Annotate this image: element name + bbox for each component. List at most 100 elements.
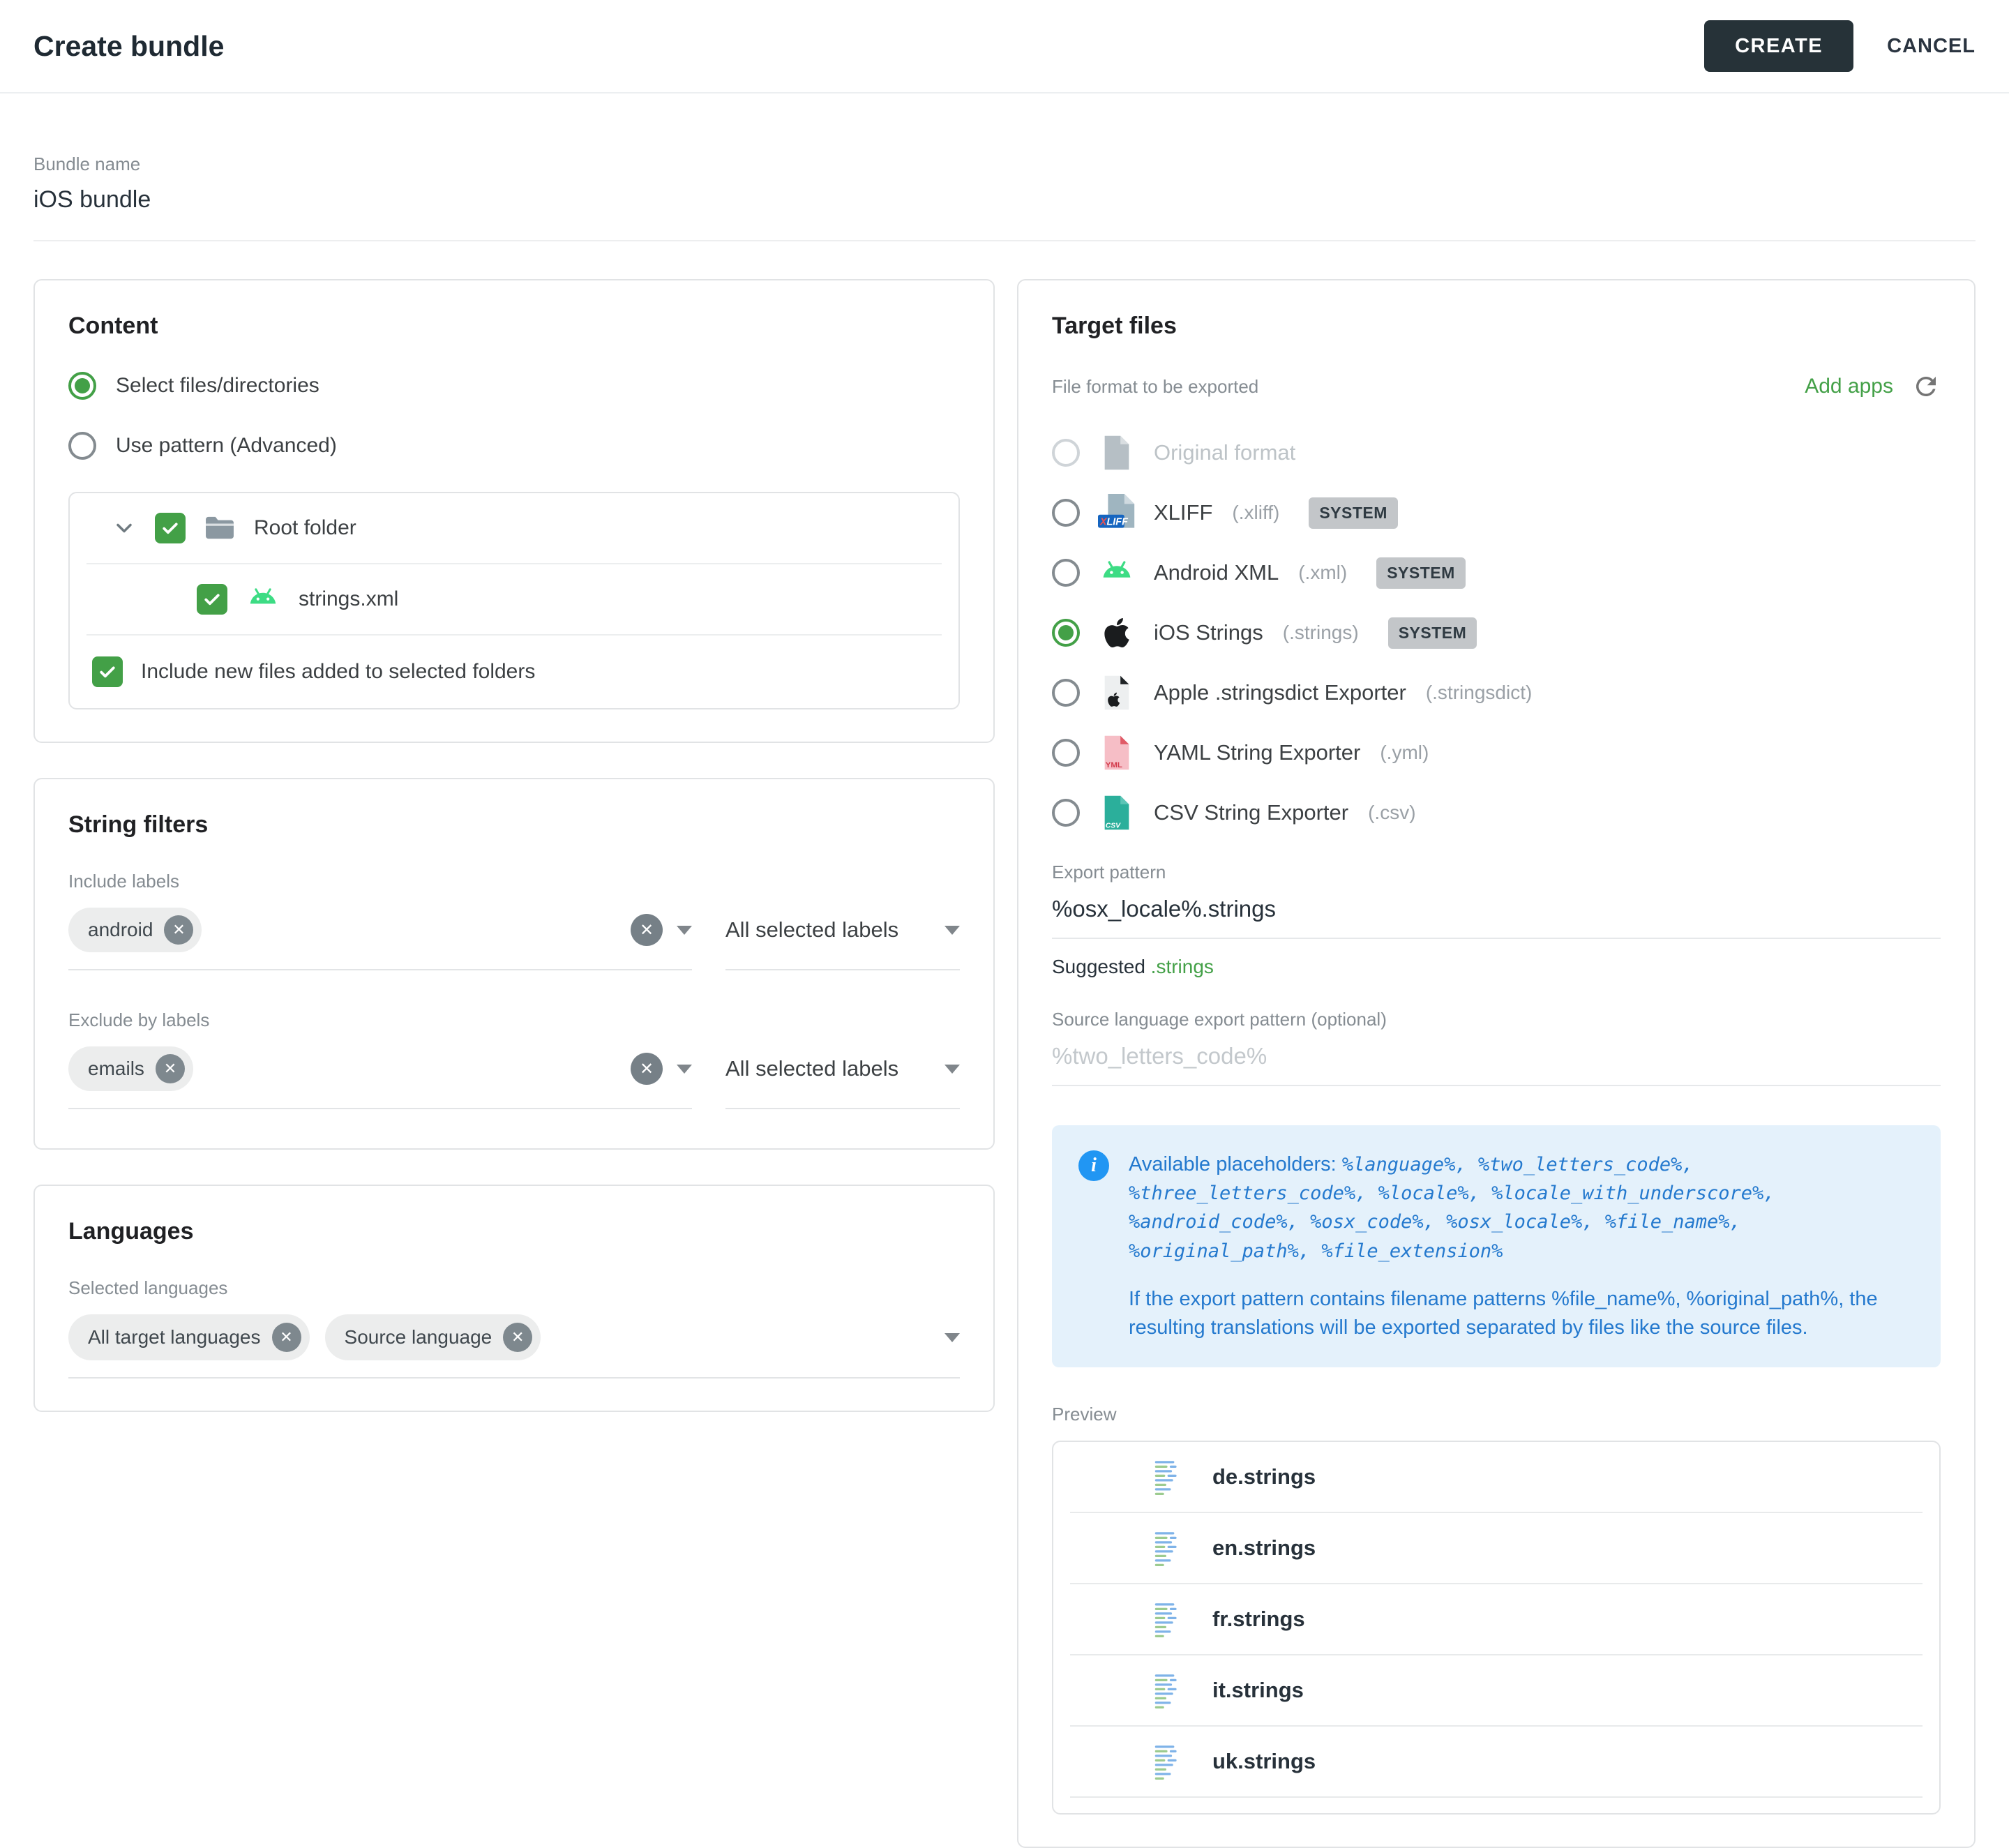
format-option[interactable]: Apple .stringsdict Exporter (.stringsdic… <box>1052 675 1941 711</box>
preview-file-row: en.strings <box>1070 1513 1923 1584</box>
format-extension: (.csv) <box>1368 802 1415 824</box>
format-option[interactable]: XLIFF XLIFF (.xliff) SYSTEM <box>1052 495 1941 531</box>
strings-file-icon <box>1151 1601 1182 1637</box>
format-icon <box>1098 614 1136 652</box>
chip-text: emails <box>88 1058 144 1080</box>
source-pattern-input[interactable]: %two_letters_code% <box>1052 1043 1941 1086</box>
label-chip: android ✕ <box>68 908 202 952</box>
languages-title: Languages <box>68 1218 960 1245</box>
radio-icon[interactable] <box>1052 619 1080 647</box>
radio-icon[interactable] <box>68 372 96 400</box>
format-option[interactable]: Android XML (.xml) SYSTEM <box>1052 555 1941 591</box>
radio-icon[interactable] <box>1052 559 1080 587</box>
exclude-labels-field[interactable]: emails ✕ ✕ <box>68 1046 692 1109</box>
system-badge: SYSTEM <box>1388 617 1477 649</box>
chevron-down-icon[interactable] <box>112 516 137 541</box>
format-extension: (.stringsdict) <box>1426 682 1532 704</box>
system-badge: SYSTEM <box>1376 557 1466 589</box>
strings-xml-checkbox[interactable] <box>197 584 227 615</box>
caret-down-icon[interactable] <box>677 1065 692 1074</box>
clear-field-icon[interactable]: ✕ <box>631 1053 663 1085</box>
preview-file-name: it.strings <box>1212 1678 1304 1703</box>
format-extension: (.xliff) <box>1232 502 1279 524</box>
format-icon: CSV <box>1098 794 1136 832</box>
csv-file-icon: CSV <box>1101 795 1132 831</box>
svg-text:XLIFF: XLIFF <box>1099 516 1129 527</box>
export-pattern-group: Export pattern %osx_locale%.strings <box>1052 862 1941 939</box>
tree-row-root-folder[interactable]: Root folder <box>70 493 958 563</box>
yaml-file-icon: YML <box>1101 735 1132 771</box>
include-new-files-row[interactable]: Include new files added to selected fold… <box>70 636 958 708</box>
format-extension: (.yml) <box>1380 742 1429 764</box>
preview-file-row: de.strings <box>1070 1442 1923 1513</box>
caret-down-icon[interactable] <box>677 926 692 935</box>
suggested-extension-link[interactable]: .strings <box>1151 956 1214 977</box>
refresh-icon[interactable] <box>1911 372 1941 401</box>
include-labels-mode-select[interactable]: All selected labels <box>725 908 960 970</box>
radio-icon[interactable] <box>1052 679 1080 707</box>
preview-panel: de.strings <box>1052 1441 1941 1815</box>
cancel-button[interactable]: CANCEL <box>1887 35 1976 58</box>
source-pattern-group: Source language export pattern (optional… <box>1052 1009 1941 1086</box>
include-labels-label: Include labels <box>68 871 960 892</box>
format-extension: (.xml) <box>1298 562 1347 584</box>
radio-icon[interactable] <box>1052 499 1080 527</box>
format-name: CSV String Exporter <box>1154 800 1348 825</box>
tree-row-strings-xml[interactable]: strings.xml <box>70 564 958 634</box>
radio-icon[interactable] <box>1052 739 1080 767</box>
include-labels-field[interactable]: android ✕ ✕ <box>68 908 692 970</box>
info-intro: Available placeholders: <box>1129 1153 1337 1175</box>
add-apps-link[interactable]: Add apps <box>1805 375 1893 398</box>
page-title: Create bundle <box>33 30 1704 63</box>
language-chip: Source language ✕ <box>325 1314 541 1360</box>
strings-xml-label: strings.xml <box>299 587 398 611</box>
remove-chip-icon[interactable]: ✕ <box>164 915 193 945</box>
export-pattern-input[interactable]: %osx_locale%.strings <box>1052 896 1941 939</box>
bundle-name-input[interactable]: iOS bundle <box>33 186 1976 213</box>
format-option[interactable]: iOS Strings (.strings) SYSTEM <box>1052 615 1941 651</box>
svg-text:CSV: CSV <box>1106 822 1121 829</box>
content-mode-radios: Select files/directories Use pattern (Ad… <box>68 372 960 460</box>
include-new-files-checkbox[interactable] <box>92 656 123 687</box>
create-button[interactable]: CREATE <box>1704 20 1853 72</box>
format-name: YAML String Exporter <box>1154 740 1360 765</box>
exclude-labels-mode-select[interactable]: All selected labels <box>725 1046 960 1109</box>
preview-file-name: uk.strings <box>1212 1749 1316 1774</box>
format-list: Original format XLIFF XLIFF (.xliff) SYS… <box>1052 435 1941 831</box>
root-folder-checkbox[interactable] <box>155 513 186 543</box>
info-note: If the export pattern contains filename … <box>1129 1285 1914 1342</box>
format-option[interactable]: Original format <box>1052 435 1941 471</box>
target-files-card: Target files File format to be exported … <box>1017 279 1976 1848</box>
file-tree: Root folder strings. <box>68 492 960 709</box>
format-option[interactable]: CSV CSV String Exporter (.csv) <box>1052 795 1941 831</box>
clear-field-icon[interactable]: ✕ <box>631 914 663 946</box>
caret-down-icon <box>945 1065 960 1074</box>
suggested-label: Suggested <box>1052 956 1145 977</box>
remove-chip-icon[interactable]: ✕ <box>503 1323 532 1352</box>
format-option[interactable]: YML YAML String Exporter (.yml) <box>1052 735 1941 771</box>
strings-file-icon <box>1151 1530 1182 1566</box>
content-card: Content Select files/directories Use pat… <box>33 279 995 743</box>
languages-card: Languages Selected languages All target … <box>33 1185 995 1412</box>
caret-down-icon[interactable] <box>945 1333 960 1342</box>
exclude-labels-group: Exclude by labels emails ✕ ✕ <box>68 1009 960 1109</box>
radio-icon[interactable] <box>1052 439 1080 467</box>
content-mode-radio[interactable]: Use pattern (Advanced) <box>68 432 960 460</box>
format-icon: YML <box>1098 734 1136 772</box>
remove-chip-icon[interactable]: ✕ <box>156 1054 185 1083</box>
format-name: iOS Strings <box>1154 620 1263 645</box>
preview-file-name: fr.strings <box>1212 1607 1305 1632</box>
radio-icon[interactable] <box>68 432 96 460</box>
languages-field[interactable]: All target languages ✕ Source language ✕ <box>68 1314 960 1379</box>
content-mode-radio[interactable]: Select files/directories <box>68 372 960 400</box>
remove-chip-icon[interactable]: ✕ <box>272 1323 301 1352</box>
svg-text:YML: YML <box>1106 761 1122 769</box>
root-folder-label: Root folder <box>254 516 356 540</box>
include-labels-group: Include labels android ✕ ✕ <box>68 871 960 970</box>
strings-file-icon <box>1151 1459 1182 1495</box>
language-chip: All target languages ✕ <box>68 1314 310 1360</box>
folder-icon <box>204 515 236 541</box>
bundle-name-field[interactable]: Bundle name iOS bundle <box>33 153 1976 241</box>
radio-icon[interactable] <box>1052 799 1080 827</box>
chip-text: android <box>88 919 153 941</box>
